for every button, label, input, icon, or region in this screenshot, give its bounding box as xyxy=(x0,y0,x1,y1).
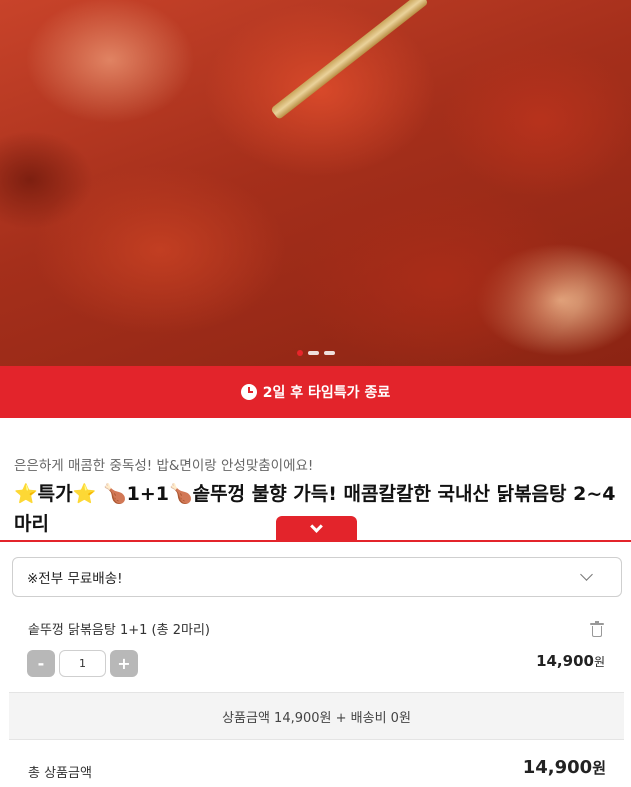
cart-item-price: 14,900원 xyxy=(536,652,605,670)
total-price-value: 14,900 xyxy=(522,757,593,778)
collapse-panel-button[interactable] xyxy=(276,516,357,541)
product-hero-image[interactable] xyxy=(0,0,631,366)
clock-icon xyxy=(240,384,257,400)
total-currency: 원 xyxy=(592,759,606,777)
total-label: 총 상품금액 xyxy=(28,766,92,781)
special-label: 특가 xyxy=(37,483,73,505)
cart-item-currency: 원 xyxy=(593,655,605,669)
quantity-input[interactable]: 1 xyxy=(59,650,106,677)
quantity-stepper: - 1 + xyxy=(27,650,138,677)
chopstick-graphic xyxy=(270,0,429,121)
star-icon: ⭐ xyxy=(72,483,97,505)
carousel-dot-3[interactable] xyxy=(323,351,335,355)
chevron-down-icon xyxy=(580,568,593,581)
carousel-indicator xyxy=(0,350,631,356)
chevron-down-icon xyxy=(310,519,323,533)
cart-item-name: 솥뚜껑 닭볶음탕 1+1 (총 2마리) xyxy=(28,623,210,638)
total-price: 14,900원 xyxy=(523,757,606,778)
increase-quantity-button[interactable]: + xyxy=(110,650,138,677)
carousel-dot-1[interactable] xyxy=(296,350,303,356)
chicken-leg-icon: 🍗 xyxy=(168,483,193,505)
star-icon: ⭐ xyxy=(14,483,38,505)
time-sale-text: 2일 후 타임특가 종료 xyxy=(262,385,391,401)
carousel-dot-2[interactable] xyxy=(307,351,319,355)
option-select-value: ※전부 무료배송! xyxy=(27,571,123,587)
trash-icon[interactable] xyxy=(590,621,604,637)
decrease-quantity-button[interactable]: - xyxy=(27,650,55,677)
promo-label: 1+1 xyxy=(126,483,169,505)
price-summary: 상품금액 14,900원 + 배송비 0원 xyxy=(9,692,624,740)
product-subtitle: 은은하게 매콤한 중독성! 밥&면이랑 안성맞춤이에요! xyxy=(14,458,314,474)
cart-item-price-value: 14,900 xyxy=(536,652,594,670)
time-sale-banner: 2일 후 타임특가 종료 xyxy=(0,366,631,418)
chicken-leg-icon: 🍗 xyxy=(102,483,127,505)
option-select[interactable]: ※전부 무료배송! xyxy=(12,557,622,597)
panel-divider xyxy=(0,540,631,542)
